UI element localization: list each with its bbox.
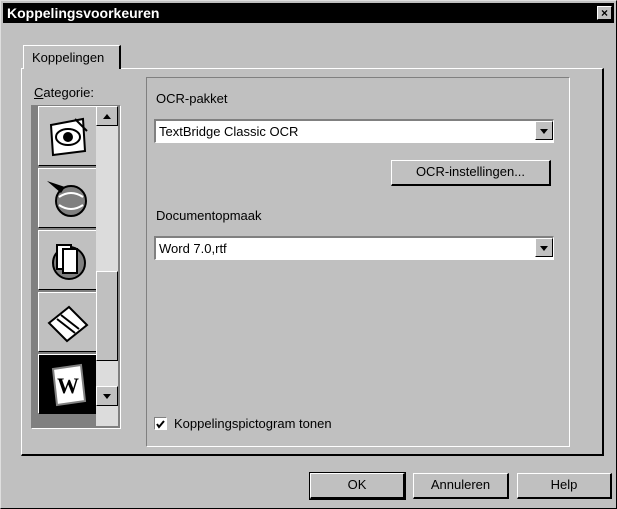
word-document-icon: W	[51, 363, 87, 407]
help-button[interactable]: Help	[517, 473, 612, 499]
arrow-down-icon	[103, 394, 111, 399]
ocr-label: OCR-pakket	[156, 91, 228, 106]
ocr-label-text: OCR-pakket	[156, 91, 228, 106]
cancel-button[interactable]: Annuleren	[413, 473, 509, 499]
category-scrollbar[interactable]	[96, 106, 118, 426]
ocr-package-value: TextBridge Classic OCR	[159, 124, 299, 139]
dialog-window: Koppelingsvoorkeuren × Koppelingen Categ…	[0, 0, 617, 509]
svg-text:W: W	[57, 373, 79, 398]
category-label-mnemonic: C	[34, 85, 44, 100]
show-icon-checkbox[interactable]	[154, 417, 167, 430]
eye-scanner-icon	[49, 117, 88, 157]
show-icon-label[interactable]: Koppelingspictogram tonen	[174, 416, 332, 431]
ok-button[interactable]: OK	[309, 472, 406, 500]
document-format-select[interactable]: Word 7.0,rtf	[154, 236, 554, 260]
scroll-down-button[interactable]	[96, 386, 118, 406]
documents-stack-icon	[52, 244, 86, 280]
checkmark-icon	[156, 420, 165, 429]
category-item-ocr[interactable]	[38, 106, 97, 166]
chevron-down-icon	[540, 129, 548, 134]
tab-label: Koppelingen	[32, 50, 105, 65]
document-format-label: Documentopmaak	[156, 208, 262, 223]
envelope-edit-icon	[47, 305, 89, 343]
tab-koppelingen[interactable]: Koppelingen	[23, 45, 121, 69]
pen-globe-icon	[47, 181, 87, 217]
window-title: Koppelingsvoorkeuren	[7, 5, 160, 21]
document-format-value: Word 7.0,rtf	[159, 241, 227, 256]
category-label: Categorie:	[34, 85, 94, 100]
scroll-up-button[interactable]	[96, 106, 118, 126]
scroll-thumb[interactable]	[96, 271, 118, 361]
ocr-package-select[interactable]: TextBridge Classic OCR	[154, 119, 554, 143]
category-item-web[interactable]	[38, 168, 97, 228]
ocr-dropdown-button[interactable]	[535, 121, 553, 140]
category-item-word[interactable]: W	[38, 354, 97, 414]
chevron-down-icon	[540, 246, 548, 251]
ocr-settings-button[interactable]: OCR-instellingen...	[391, 160, 551, 186]
category-item-image[interactable]	[38, 230, 97, 290]
arrow-up-icon	[103, 114, 111, 119]
category-label-text: ategorie:	[43, 85, 94, 100]
title-bar: Koppelingsvoorkeuren ×	[3, 3, 614, 23]
document-dropdown-button[interactable]	[535, 238, 553, 257]
close-button[interactable]: ×	[597, 6, 612, 20]
category-item-email[interactable]	[38, 292, 97, 352]
